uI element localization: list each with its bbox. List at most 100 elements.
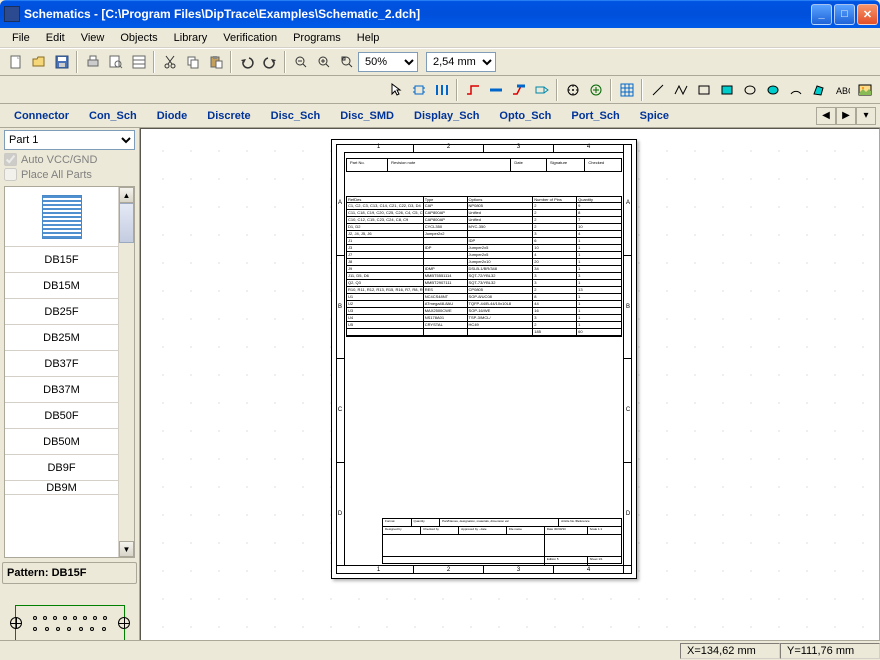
libtab-spice[interactable]: Spice: [630, 107, 679, 125]
list-item[interactable]: DB50F: [5, 403, 118, 429]
close-button[interactable]: ✕: [857, 4, 878, 25]
menu-file[interactable]: File: [4, 30, 38, 46]
text-icon[interactable]: ABC: [830, 79, 853, 101]
list-item[interactable]: DB15M: [5, 273, 118, 299]
app-icon: [4, 6, 20, 22]
libtab-discrete[interactable]: Discrete: [197, 107, 260, 125]
libtab-disc-smd[interactable]: Disc_SMD: [330, 107, 404, 125]
table-row: J9IDMPDSLB-1/BR/348341: [347, 266, 621, 273]
menu-library[interactable]: Library: [166, 30, 216, 46]
table-row: U2ATmega48-8AUTQFP-44/B-44/10x10L8441: [347, 301, 621, 308]
table-row: 18560: [347, 329, 621, 336]
place-component-icon[interactable]: [407, 79, 430, 101]
libtab-display-sch[interactable]: Display_Sch: [404, 107, 489, 125]
menu-edit[interactable]: Edit: [38, 30, 73, 46]
pattern-label: Pattern: DB15F: [2, 562, 137, 584]
menubar: File Edit View Objects Library Verificat…: [0, 28, 880, 48]
list-item[interactable]: DB9M: [5, 481, 118, 495]
titles-icon[interactable]: [127, 51, 150, 73]
list-item[interactable]: DB50M: [5, 429, 118, 455]
open-icon[interactable]: [27, 51, 50, 73]
bus-connector-icon[interactable]: [507, 79, 530, 101]
list-item[interactable]: DB9F: [5, 455, 118, 481]
wire-tool-icon[interactable]: [461, 79, 484, 101]
libtab-port-sch[interactable]: Port_Sch: [561, 107, 629, 125]
libtab-opto-sch[interactable]: Opto_Sch: [489, 107, 561, 125]
rect-icon[interactable]: [692, 79, 715, 101]
pointer-icon[interactable]: [384, 79, 407, 101]
menu-objects[interactable]: Objects: [112, 30, 165, 46]
libtab-diode[interactable]: Diode: [147, 107, 198, 125]
part-selector[interactable]: Part 1: [4, 130, 135, 150]
list-item[interactable]: DB15F: [5, 247, 118, 273]
zoom-window-icon[interactable]: [335, 51, 358, 73]
list-item[interactable]: DB37F: [5, 351, 118, 377]
table-row: R10, R11, R12, R13, R15, R16, R7, R8, R9…: [347, 287, 621, 294]
save-icon[interactable]: [50, 51, 73, 73]
libtab-menu-icon[interactable]: ▾: [856, 107, 876, 125]
table-row: U4NS178A01TSP-3/MCL/31: [347, 315, 621, 322]
ground-icon[interactable]: [584, 79, 607, 101]
line-icon[interactable]: [646, 79, 669, 101]
auto-vcc-gnd-checkbox[interactable]: [4, 153, 17, 166]
table-row: J2, J4, J5, J6Jumper2x234: [347, 231, 621, 238]
preview-icon[interactable]: [104, 51, 127, 73]
schematic-canvas[interactable]: 1234 1234 ABCD ABCD Part No. Revision no…: [140, 128, 880, 660]
polyline-icon[interactable]: [669, 79, 692, 101]
status-bar: X=134,62 mm Y=111,76 mm: [0, 640, 880, 660]
new-icon[interactable]: [4, 51, 27, 73]
libtab-disc-sch[interactable]: Disc_Sch: [261, 107, 331, 125]
image-icon[interactable]: [853, 79, 876, 101]
undo-icon[interactable]: [235, 51, 258, 73]
zoom-out-icon[interactable]: [289, 51, 312, 73]
list-item[interactable]: DB25F: [5, 299, 118, 325]
libtab-next-icon[interactable]: ▶: [836, 107, 856, 125]
scroll-thumb[interactable]: [119, 203, 134, 243]
redo-icon[interactable]: [258, 51, 281, 73]
minimize-button[interactable]: _: [811, 4, 832, 25]
table-row: J8Jumper2x10201: [347, 259, 621, 266]
component-preview[interactable]: [5, 187, 118, 247]
table-row: C10, C12, C15, C23, C24, C8, C9CAP800APU…: [347, 217, 621, 224]
component-scrollbar[interactable]: ▲ ▼: [118, 187, 134, 557]
status-y: Y=111,76 mm: [780, 643, 880, 659]
ellipse-filled-icon[interactable]: [761, 79, 784, 101]
zoom-select[interactable]: 50%: [358, 52, 418, 72]
libtab-connector[interactable]: Connector: [4, 107, 79, 125]
component-list: DB15F DB15M DB25F DB25M DB37F DB37M DB50…: [4, 186, 135, 558]
power-port-icon[interactable]: [561, 79, 584, 101]
table-row: C11, C18, C19, C20, C25, C26, C4, C5, C7…: [347, 210, 621, 217]
libtab-con-sch[interactable]: Con_Sch: [79, 107, 147, 125]
ellipse-icon[interactable]: [738, 79, 761, 101]
arc-icon[interactable]: [784, 79, 807, 101]
cut-icon[interactable]: [158, 51, 181, 73]
maximize-button[interactable]: □: [834, 4, 855, 25]
paste-icon[interactable]: [204, 51, 227, 73]
bus-tool-icon[interactable]: [484, 79, 507, 101]
net-port-icon[interactable]: [530, 79, 553, 101]
place-all-parts-label: Place All Parts: [21, 169, 92, 181]
header-box: Part No. Revision note Date Signature Ch…: [346, 158, 622, 172]
grid-select[interactable]: 2,54 mm: [426, 52, 496, 72]
copy-icon[interactable]: [181, 51, 204, 73]
menu-verification[interactable]: Verification: [215, 30, 285, 46]
side-panel: Part 1 Auto VCC/GND Place All Parts DB15…: [0, 128, 140, 660]
list-item[interactable]: DB25M: [5, 325, 118, 351]
print-icon[interactable]: [81, 51, 104, 73]
list-item[interactable]: DB37M: [5, 377, 118, 403]
place-all-parts-checkbox[interactable]: [4, 168, 17, 181]
main-toolbar: 50% 2,54 mm: [0, 48, 880, 76]
libtab-prev-icon[interactable]: ◀: [816, 107, 836, 125]
scroll-up-icon[interactable]: ▲: [119, 187, 134, 203]
menu-programs[interactable]: Programs: [285, 30, 349, 46]
zoom-in-icon[interactable]: [312, 51, 335, 73]
table-row: C1, C2, C3, C13, C14, C21, C22, D3, D4CA…: [347, 203, 621, 210]
place-wire-icon[interactable]: [430, 79, 453, 101]
menu-view[interactable]: View: [73, 30, 113, 46]
menu-help[interactable]: Help: [349, 30, 388, 46]
grid-icon[interactable]: [615, 79, 638, 101]
rect-filled-icon[interactable]: [715, 79, 738, 101]
poly-filled-icon[interactable]: [807, 79, 830, 101]
title-block: FormatQuantityPart/Names, designation, m…: [382, 518, 622, 564]
scroll-down-icon[interactable]: ▼: [119, 541, 134, 557]
